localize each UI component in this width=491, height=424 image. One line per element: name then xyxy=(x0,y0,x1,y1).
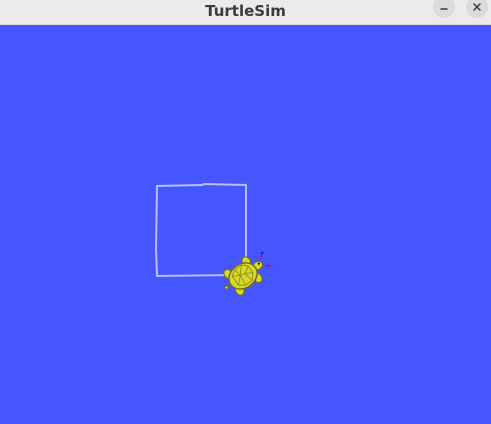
window-title: TurtleSim xyxy=(205,2,286,20)
minimize-icon xyxy=(440,8,448,10)
close-icon xyxy=(473,3,481,11)
turtle-trail xyxy=(154,182,247,278)
title-bar[interactable]: TurtleSim xyxy=(0,0,491,25)
turtle-canvas[interactable] xyxy=(0,25,491,424)
turtlesim-window: TurtleSim xyxy=(0,0,491,424)
turtle-scene xyxy=(154,182,273,296)
